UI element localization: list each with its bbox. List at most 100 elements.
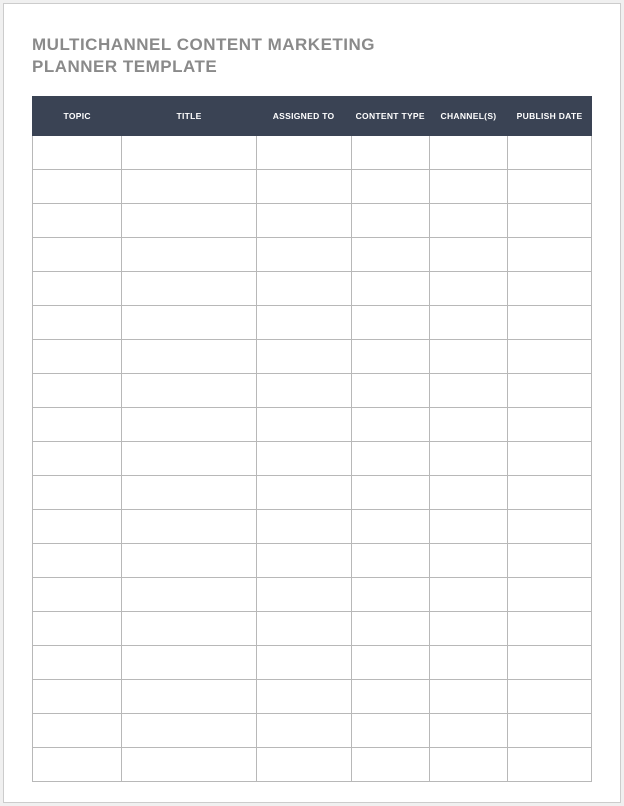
table-cell[interactable] xyxy=(508,170,592,204)
table-cell[interactable] xyxy=(256,136,351,170)
table-cell[interactable] xyxy=(122,680,256,714)
table-cell[interactable] xyxy=(429,170,507,204)
table-cell[interactable] xyxy=(256,646,351,680)
table-cell[interactable] xyxy=(33,136,122,170)
table-cell[interactable] xyxy=(33,578,122,612)
table-cell[interactable] xyxy=(256,544,351,578)
table-cell[interactable] xyxy=(256,170,351,204)
table-cell[interactable] xyxy=(256,272,351,306)
table-cell[interactable] xyxy=(351,646,429,680)
table-cell[interactable] xyxy=(256,238,351,272)
table-cell[interactable] xyxy=(508,544,592,578)
table-cell[interactable] xyxy=(256,714,351,748)
table-cell[interactable] xyxy=(429,374,507,408)
table-cell[interactable] xyxy=(429,578,507,612)
table-cell[interactable] xyxy=(429,612,507,646)
table-cell[interactable] xyxy=(33,408,122,442)
table-cell[interactable] xyxy=(256,476,351,510)
table-cell[interactable] xyxy=(256,340,351,374)
table-cell[interactable] xyxy=(33,680,122,714)
table-cell[interactable] xyxy=(429,748,507,782)
table-cell[interactable] xyxy=(122,646,256,680)
table-cell[interactable] xyxy=(122,170,256,204)
table-cell[interactable] xyxy=(508,204,592,238)
table-cell[interactable] xyxy=(33,374,122,408)
table-cell[interactable] xyxy=(351,374,429,408)
table-cell[interactable] xyxy=(508,578,592,612)
table-cell[interactable] xyxy=(351,748,429,782)
table-cell[interactable] xyxy=(508,714,592,748)
table-cell[interactable] xyxy=(122,510,256,544)
table-cell[interactable] xyxy=(508,646,592,680)
table-cell[interactable] xyxy=(429,408,507,442)
table-cell[interactable] xyxy=(429,340,507,374)
table-cell[interactable] xyxy=(508,680,592,714)
table-cell[interactable] xyxy=(351,680,429,714)
table-cell[interactable] xyxy=(33,204,122,238)
table-cell[interactable] xyxy=(351,204,429,238)
table-cell[interactable] xyxy=(256,306,351,340)
table-cell[interactable] xyxy=(351,714,429,748)
table-cell[interactable] xyxy=(33,306,122,340)
table-cell[interactable] xyxy=(429,476,507,510)
table-cell[interactable] xyxy=(33,646,122,680)
table-cell[interactable] xyxy=(33,612,122,646)
table-cell[interactable] xyxy=(508,374,592,408)
table-cell[interactable] xyxy=(508,272,592,306)
table-cell[interactable] xyxy=(508,238,592,272)
table-cell[interactable] xyxy=(429,680,507,714)
table-cell[interactable] xyxy=(351,476,429,510)
table-cell[interactable] xyxy=(351,442,429,476)
table-cell[interactable] xyxy=(122,612,256,646)
table-cell[interactable] xyxy=(256,442,351,476)
table-cell[interactable] xyxy=(429,544,507,578)
table-cell[interactable] xyxy=(122,748,256,782)
table-cell[interactable] xyxy=(33,714,122,748)
table-cell[interactable] xyxy=(429,714,507,748)
table-cell[interactable] xyxy=(122,476,256,510)
table-cell[interactable] xyxy=(508,510,592,544)
table-cell[interactable] xyxy=(508,136,592,170)
table-cell[interactable] xyxy=(33,442,122,476)
table-cell[interactable] xyxy=(122,272,256,306)
table-cell[interactable] xyxy=(256,204,351,238)
table-cell[interactable] xyxy=(429,204,507,238)
table-cell[interactable] xyxy=(351,238,429,272)
table-cell[interactable] xyxy=(508,476,592,510)
table-cell[interactable] xyxy=(351,510,429,544)
table-cell[interactable] xyxy=(122,136,256,170)
table-cell[interactable] xyxy=(256,612,351,646)
table-cell[interactable] xyxy=(33,170,122,204)
table-cell[interactable] xyxy=(508,442,592,476)
table-cell[interactable] xyxy=(351,612,429,646)
table-cell[interactable] xyxy=(122,578,256,612)
table-cell[interactable] xyxy=(351,578,429,612)
table-cell[interactable] xyxy=(429,442,507,476)
table-cell[interactable] xyxy=(508,340,592,374)
table-cell[interactable] xyxy=(351,272,429,306)
table-cell[interactable] xyxy=(351,408,429,442)
table-cell[interactable] xyxy=(256,748,351,782)
table-cell[interactable] xyxy=(33,510,122,544)
table-cell[interactable] xyxy=(508,306,592,340)
table-cell[interactable] xyxy=(122,374,256,408)
table-cell[interactable] xyxy=(351,544,429,578)
table-cell[interactable] xyxy=(429,306,507,340)
table-cell[interactable] xyxy=(122,238,256,272)
table-cell[interactable] xyxy=(122,340,256,374)
table-cell[interactable] xyxy=(122,714,256,748)
table-cell[interactable] xyxy=(256,408,351,442)
table-cell[interactable] xyxy=(429,510,507,544)
table-cell[interactable] xyxy=(122,544,256,578)
table-cell[interactable] xyxy=(256,680,351,714)
table-cell[interactable] xyxy=(508,748,592,782)
table-cell[interactable] xyxy=(256,578,351,612)
table-cell[interactable] xyxy=(122,204,256,238)
table-cell[interactable] xyxy=(122,408,256,442)
table-cell[interactable] xyxy=(33,340,122,374)
table-cell[interactable] xyxy=(351,136,429,170)
table-cell[interactable] xyxy=(33,748,122,782)
table-cell[interactable] xyxy=(351,306,429,340)
table-cell[interactable] xyxy=(33,238,122,272)
table-cell[interactable] xyxy=(256,510,351,544)
